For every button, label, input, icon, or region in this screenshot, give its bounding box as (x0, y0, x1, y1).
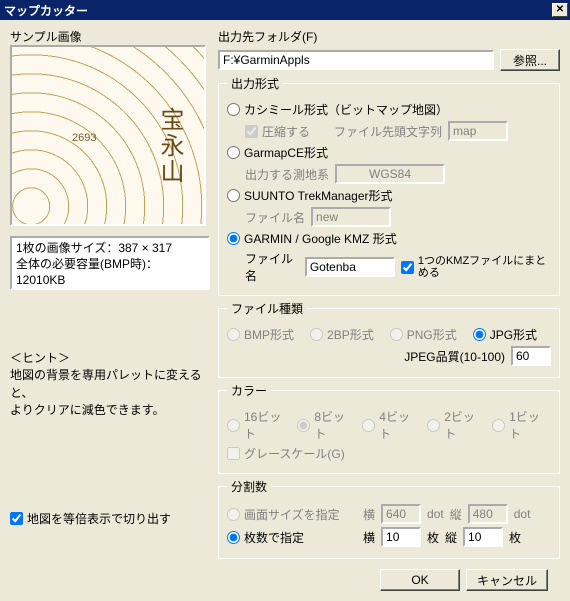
compress-check: 圧縮する (245, 123, 310, 140)
color-legend: カラー (227, 382, 271, 399)
prefix-input (448, 121, 508, 141)
hint-line1: 地図の背景を専用パレットに変えると、 (10, 367, 210, 402)
image-info: 1枚の画像サイズ：387 × 317 全体の必要容量(BMP時)：12010KB (10, 236, 210, 290)
color-group: カラー 16ビット 8ビット 4ビット 2ビット 1ビット グレースケール(G) (218, 382, 560, 474)
dialog-footer: OK キャンセル (218, 563, 560, 591)
split-vn[interactable] (463, 527, 503, 547)
split-hn[interactable] (381, 527, 421, 547)
col-16: 16ビット (227, 408, 281, 442)
split-legend: 分割数 (227, 478, 271, 495)
suunto-filename-input (311, 207, 391, 227)
suunto-filename-label: ファイル名 (245, 209, 305, 226)
filetype-legend: ファイル種類 (227, 300, 307, 317)
format-suunto[interactable]: SUUNTO TrekManager形式 (227, 187, 392, 204)
datum-label: 出力する測地系 (245, 166, 329, 183)
col-2: 2ビット (427, 408, 476, 442)
right-pane: 出力先フォルダ(F) 参照... 出力形式 カシミール形式（ビットマップ地図） … (218, 28, 560, 591)
split-screen: 画面サイズを指定 (227, 506, 357, 523)
info-line-capacity: 全体の必要容量(BMP時)：12010KB (16, 256, 204, 288)
window-title: マップカッター (4, 2, 552, 19)
map-label-elev: 2693 (72, 132, 96, 144)
cancel-button[interactable]: キャンセル (466, 569, 548, 591)
split-group: 分割数 画面サイズを指定 横 dot 縦 dot 枚数で指定 横 枚 縦 枚 (218, 478, 560, 559)
format-kashmir[interactable]: カシミール形式（ビットマップ地図） (227, 101, 448, 118)
datum-input (335, 164, 445, 184)
ft-2bp: 2BP形式 (310, 326, 374, 343)
kmz-filename-label: ファイル名 (245, 250, 299, 284)
grayscale-check: グレースケール(G) (227, 445, 345, 462)
ft-jpg[interactable]: JPG形式 (473, 326, 537, 343)
split-vpx (468, 504, 508, 524)
equal-scale-label: 地図を等倍表示で切り出す (27, 510, 171, 527)
jpeg-quality-input[interactable] (511, 346, 551, 366)
hint-block: ＜ヒント＞ 地図の背景を専用パレットに変えると、 よりクリアに減色できます。 (10, 350, 210, 420)
info-line-size: 1枚の画像サイズ：387 × 317 (16, 240, 204, 256)
format-legend: 出力形式 (227, 75, 283, 92)
left-pane: サンプル画像 宝永山 2693 1枚の画像サイズ：387 × 317 全体の必要… (10, 28, 210, 591)
col-1: 1ビット (492, 408, 541, 442)
map-label-name: 宝永山 (152, 107, 187, 185)
ft-png: PNG形式 (390, 326, 457, 343)
split-hpx (381, 504, 421, 524)
prefix-label: ファイル先頭文字列 (334, 123, 442, 140)
output-folder-input[interactable] (218, 50, 494, 70)
sample-label: サンプル画像 (10, 28, 210, 45)
col-8: 8ビット (297, 408, 346, 442)
filetype-group: ファイル種類 BMP形式 2BP形式 PNG形式 JPG形式 JPEG品質(10… (218, 300, 560, 378)
output-folder-label: 出力先フォルダ(F) (218, 28, 560, 45)
equal-scale-check[interactable]: 地図を等倍表示で切り出す (10, 510, 171, 527)
dialog-body: サンプル画像 宝永山 2693 1枚の画像サイズ：387 × 317 全体の必要… (0, 20, 570, 601)
title-bar: マップカッター ✕ (0, 0, 570, 20)
kmz-single-check[interactable]: 1つのKMZファイルにまとめる (401, 255, 551, 279)
hint-line2: よりクリアに減色できます。 (10, 402, 210, 419)
browse-button[interactable]: 参照... (500, 49, 560, 71)
split-count[interactable]: 枚数で指定 (227, 529, 357, 546)
hint-title: ＜ヒント＞ (10, 350, 210, 367)
format-garmapce[interactable]: GarmapCE形式 (227, 144, 328, 161)
sample-map-image: 宝永山 2693 (12, 47, 204, 224)
format-kmz[interactable]: GARMIN / Google KMZ 形式 (227, 230, 397, 247)
format-group: 出力形式 カシミール形式（ビットマップ地図） 圧縮する ファイル先頭文字列 (218, 75, 560, 296)
col-4: 4ビット (362, 408, 411, 442)
sample-image-frame: 宝永山 2693 (10, 45, 206, 226)
ft-bmp: BMP形式 (227, 326, 294, 343)
close-button[interactable]: ✕ (552, 3, 568, 17)
ok-button[interactable]: OK (380, 569, 460, 591)
kmz-filename-input[interactable] (305, 257, 395, 277)
equal-scale-checkbox[interactable] (10, 512, 23, 525)
jpeg-quality-label: JPEG品質(10-100) (404, 348, 505, 365)
